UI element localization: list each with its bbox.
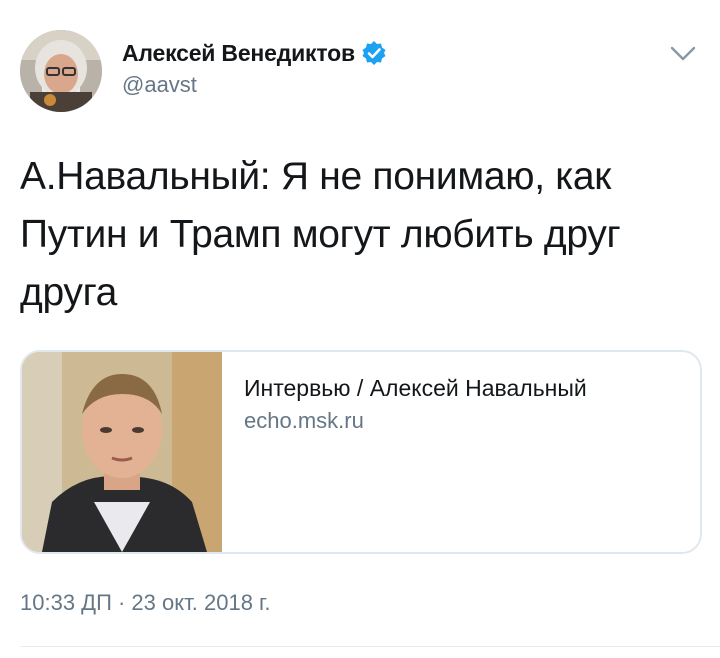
tweet-text: А.Навальный: Я не понимаю, как Путин и Т… (20, 148, 700, 322)
tweet-text-line: друга (20, 271, 118, 314)
tweet-timestamp[interactable]: 10:33 ДП · 23 окт. 2018 г. (20, 590, 271, 616)
tweet-text-line: А.Навальный: Я не понимаю, как (20, 155, 612, 198)
divider (20, 646, 720, 647)
card-thumbnail (22, 352, 222, 552)
display-name[interactable]: Алексей Венедиктов (122, 40, 355, 67)
user-handle[interactable]: @aavst (122, 72, 387, 98)
tweet: Алексей Венедиктов @aavst А.Навальный: Я… (0, 0, 720, 658)
card-domain: echo.msk.ru (244, 408, 364, 433)
tweet-text-line: Путин и Трамп могут любить друг (20, 213, 621, 256)
link-card[interactable]: Интервью / Алексей Навальный echo.msk.ru (20, 350, 702, 554)
name-row: Алексей Венедиктов (122, 38, 387, 68)
portrait-photo-icon (22, 352, 222, 552)
chevron-down-icon[interactable] (668, 42, 698, 66)
card-title: Интервью / Алексей Навальный (244, 375, 587, 401)
verified-badge-icon (361, 40, 387, 66)
card-body: Интервью / Алексей Навальный echo.msk.ru (244, 372, 684, 436)
avatar[interactable] (20, 30, 102, 112)
avatar-image (20, 30, 102, 112)
author-block: Алексей Венедиктов @aavst (122, 38, 387, 98)
